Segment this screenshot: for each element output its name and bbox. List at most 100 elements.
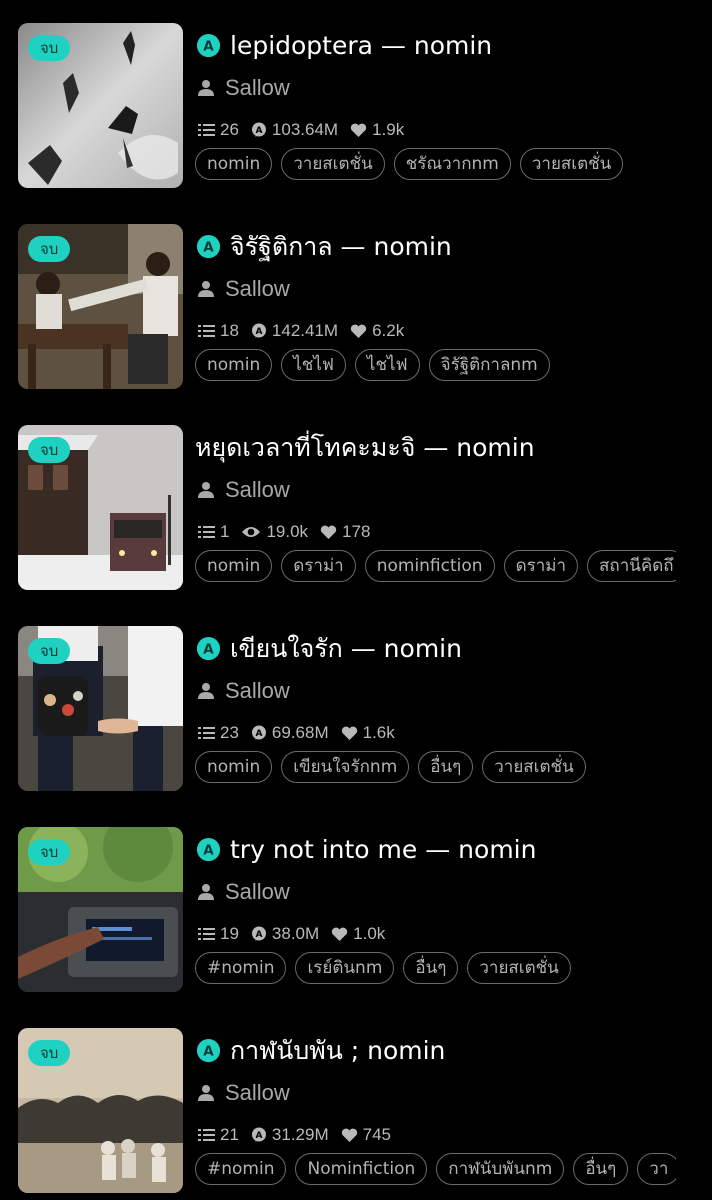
title-row[interactable]: A จิรัฐิติกาล — nomin xyxy=(195,229,452,265)
story-info: A lepidoptera — nomin Sallow 26 A 103.64… xyxy=(195,23,712,193)
title-row[interactable]: A lepidoptera — nomin xyxy=(195,28,492,64)
tag-chip[interactable]: เขียนใจรักnm xyxy=(281,751,410,783)
tag-chip[interactable]: วา xyxy=(637,1153,676,1185)
story-title[interactable]: try not into me — nomin xyxy=(230,832,536,868)
tag-chip[interactable]: อื่นๆ xyxy=(403,952,459,984)
likes-stat: 1.0k xyxy=(331,924,385,944)
person-icon xyxy=(198,80,214,96)
tag-chip[interactable]: วายสเตชั่น xyxy=(281,148,385,180)
story-title[interactable]: lepidoptera — nomin xyxy=(230,28,492,64)
tag-chip[interactable]: #nomin xyxy=(195,952,287,984)
story-title[interactable]: จิรัฐิติกาล — nomin xyxy=(230,229,452,265)
story-title[interactable]: หยุดเวลาที่โทคะมะจิ — nomin xyxy=(195,430,535,466)
title-row[interactable]: A เขียนใจรัก — nomin xyxy=(195,631,462,667)
tag-chip[interactable]: nomin xyxy=(195,550,273,582)
story-card[interactable]: จบ A lepidoptera — nomin Sallow 26 A 103… xyxy=(0,23,712,213)
likes-stat: 1.6k xyxy=(341,723,395,743)
a-badge-icon: A xyxy=(196,234,221,258)
tag-chip[interactable]: ไชไฟ xyxy=(354,349,420,381)
story-card[interactable]: จบ หยุดเวลาที่โทคะมะจิ — nomin Sallow 1 … xyxy=(0,425,712,615)
tags-row: #nomin Nominfiction กาฬนับพันnm อื่นๆ วา xyxy=(195,1153,676,1187)
chapters-stat: 23 xyxy=(198,723,239,743)
comment-a-icon: A xyxy=(251,1127,266,1142)
likes-stat: 178 xyxy=(320,522,370,542)
tag-chip[interactable]: Nominfiction xyxy=(295,1153,428,1185)
author-row[interactable]: Sallow xyxy=(197,1078,290,1108)
svg-text:A: A xyxy=(203,38,214,54)
author-name[interactable]: Sallow xyxy=(225,75,290,101)
tag-chip[interactable]: เรย์ตินnm xyxy=(295,952,395,984)
title-row[interactable]: A try not into me — nomin xyxy=(195,832,536,868)
heart-icon xyxy=(320,525,337,539)
reads-stat: A 103.64M xyxy=(251,120,338,140)
svg-text:A: A xyxy=(255,126,262,136)
title-row[interactable]: A กาฬนับพัน ; nomin xyxy=(195,1033,445,1069)
tag-chip[interactable]: nomin xyxy=(195,751,273,783)
author-name[interactable]: Sallow xyxy=(225,1080,290,1106)
tag-chip[interactable]: ไชไฟ xyxy=(281,349,346,381)
chapters-stat: 18 xyxy=(198,321,239,341)
tag-chip[interactable]: สถานีคิดถึ xyxy=(587,550,676,582)
tag-chip[interactable]: nomin xyxy=(195,148,273,180)
tag-chip[interactable]: วายสเตชั่น xyxy=(482,751,586,783)
tag-chip[interactable]: กาฬนับพันnm xyxy=(436,1153,565,1185)
tag-chip[interactable]: วายสเตชั่น xyxy=(467,952,571,984)
author-name[interactable]: Sallow xyxy=(225,678,290,704)
person-icon xyxy=(198,884,214,900)
story-card[interactable]: จบ A try not into me — nomin Sallow 19 A… xyxy=(0,827,712,1017)
author-row[interactable]: Sallow xyxy=(197,877,290,907)
story-cover[interactable]: จบ xyxy=(18,626,183,791)
tag-chip[interactable]: วายสเตชั่น xyxy=(519,148,624,180)
stats-row: 21 A 31.29M 745 xyxy=(198,1124,403,1146)
story-info: A จิรัฐิติกาล — nomin Sallow 18 A 142.41… xyxy=(195,224,712,394)
story-info: หยุดเวลาที่โทคะมะจิ — nomin Sallow 1 19.… xyxy=(195,425,712,595)
story-cover[interactable]: จบ xyxy=(18,224,183,389)
tag-chip[interactable]: nomin xyxy=(195,349,273,381)
tag-chip[interactable]: ชรัณวากnm xyxy=(393,148,511,180)
author-row[interactable]: Sallow xyxy=(197,274,290,304)
story-title[interactable]: กาฬนับพัน ; nomin xyxy=(230,1033,445,1069)
list-icon xyxy=(198,727,215,739)
reads-stat: 19.0k xyxy=(241,522,308,542)
story-card[interactable]: จบ A กาฬนับพัน ; nomin Sallow 21 A 31.29… xyxy=(0,1028,712,1200)
likes-stat: 1.9k xyxy=(350,120,404,140)
tag-chip[interactable]: #nomin xyxy=(195,1153,287,1185)
author-name[interactable]: Sallow xyxy=(225,276,290,302)
story-cover[interactable]: จบ xyxy=(18,23,183,188)
tag-chip[interactable]: ดราม่า xyxy=(503,550,579,582)
comment-a-icon: A xyxy=(251,926,266,941)
tag-chip[interactable]: จิรัฐิติกาลnm xyxy=(428,349,550,381)
tag-chip[interactable]: nominfiction xyxy=(364,550,495,582)
tag-chip[interactable]: อื่นๆ xyxy=(418,751,474,783)
story-cover[interactable]: จบ xyxy=(18,1028,183,1193)
tags-row: nomin วายสเตชั่น ชรัณวากnm วายสเตชั่น xyxy=(195,148,676,182)
list-icon xyxy=(198,325,215,337)
story-title[interactable]: เขียนใจรัก — nomin xyxy=(230,631,462,667)
comment-a-icon: A xyxy=(251,122,266,137)
svg-text:A: A xyxy=(203,641,214,657)
story-card[interactable]: จบ A เขียนใจรัก — nomin Sallow 23 A 69.6… xyxy=(0,626,712,816)
author-row[interactable]: Sallow xyxy=(197,475,290,505)
list-icon xyxy=(198,1129,215,1141)
completed-badge: จบ xyxy=(28,437,71,463)
story-card[interactable]: จบ A จิรัฐิติกาล — nomin Sallow 18 A 142… xyxy=(0,224,712,414)
story-cover[interactable]: จบ xyxy=(18,425,183,590)
story-cover[interactable]: จบ xyxy=(18,827,183,992)
author-row[interactable]: Sallow xyxy=(197,676,290,706)
list-icon xyxy=(198,526,215,538)
author-row[interactable]: Sallow xyxy=(197,73,290,103)
likes-count: 1.6k xyxy=(362,723,395,742)
chapters-stat: 26 xyxy=(198,120,239,140)
stats-row: 23 A 69.68M 1.6k xyxy=(198,722,407,744)
svg-text:A: A xyxy=(203,1043,214,1059)
title-row[interactable]: หยุดเวลาที่โทคะมะจิ — nomin xyxy=(195,430,535,466)
chapters-count: 26 xyxy=(220,120,239,139)
tag-chip[interactable]: ดราม่า xyxy=(281,550,356,582)
tags-row: nomin ดราม่า nominfiction ดราม่า สถานีคิดถึ xyxy=(195,550,676,584)
reads-count: 31.29M xyxy=(271,1125,329,1144)
tag-chip[interactable]: อื่นๆ xyxy=(573,1153,629,1185)
author-name[interactable]: Sallow xyxy=(225,477,290,503)
heart-icon xyxy=(332,927,348,941)
author-name[interactable]: Sallow xyxy=(225,879,290,905)
a-badge-icon: A xyxy=(196,33,221,57)
